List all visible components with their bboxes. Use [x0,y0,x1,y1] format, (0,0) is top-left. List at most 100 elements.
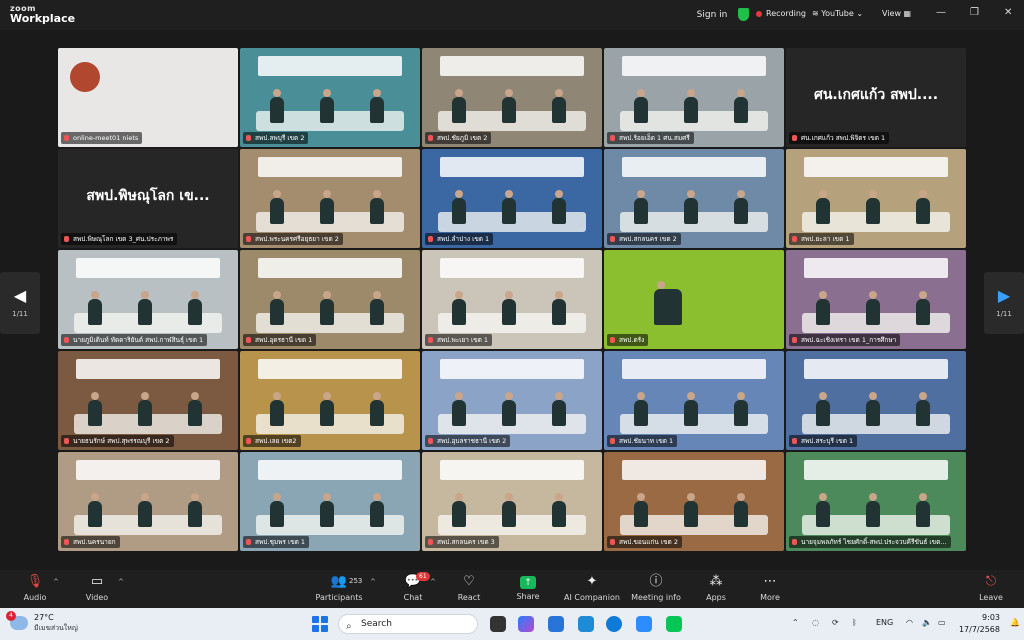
participant-name-label: นายจุมพลภัทร์ ไชยศักดิ์-สพป.ประจวบคีรีขั… [789,536,951,548]
page-indicator-right: 1/11 [996,310,1012,318]
youtube-stream-menu[interactable]: ≋ YouTube ⌄ [812,9,863,18]
participants-button[interactable]: 👥 253 Participants [309,574,369,602]
react-button[interactable]: ♡ React [439,574,499,602]
attendee-figure [502,493,516,527]
leave-button[interactable]: ⎋ Leave [961,574,1021,602]
participant-name-label: สพป.อุดรธานี เขต 1 [243,334,317,346]
file-explorer-icon[interactable] [548,616,564,632]
tray-bluetooth-icon[interactable]: ᛒ [852,618,857,627]
participant-tile[interactable]: สพป.สระบุรี เขต 1 [786,351,966,450]
participant-tile[interactable]: สพป.ร้อยเอ็ด 1 ศน.สมศรี [604,48,784,147]
close-button[interactable]: ✕ [1004,7,1012,18]
weather-widget[interactable]: 4 27°C มีเมฆส่วนใหญ่ [6,611,78,633]
copilot-icon[interactable] [518,616,534,632]
clock-time: 9:03 [982,613,1000,622]
participant-tile[interactable]: สพป.นครนายก [58,452,238,551]
language-indicator[interactable]: ENG [876,618,893,627]
notification-bell-icon[interactable]: 🔔 [1010,618,1020,627]
participant-name-label: สพป.ร้อยเอ็ด 1 ศน.สมศรี [607,132,694,144]
previous-page-button[interactable]: ◀ 1/11 [0,272,40,334]
attendee-figure [684,392,698,426]
participant-tile[interactable]: สพป.พะเยา เขต 1 [422,250,602,349]
logo-line2: Workplace [10,12,76,25]
more-dots-icon: ⋯ [763,574,777,589]
participant-tile[interactable]: สพป.ชุมพร เขต 1 [240,452,420,551]
attendee-figure [502,392,516,426]
restore-button[interactable]: ❐ [970,7,979,18]
attendee-figure [88,291,102,325]
audio-options-caret[interactable]: ^ [53,578,59,586]
tray-sync-icon[interactable]: ⟳ [832,618,839,627]
participant-tile[interactable]: online-meet01 niets [58,48,238,147]
participant-tile[interactable]: สพป.ตรัง [604,250,784,349]
attendee-figure [684,493,698,527]
participant-tile[interactable]: นายธนรักษ์ สพป.สุพรรณบุรี เขต 2 [58,351,238,450]
attendee-figure [452,190,466,224]
task-view-icon[interactable] [490,616,506,632]
attendee-figure [138,493,152,527]
ai-companion-button[interactable]: ✦ AI Companion [562,574,622,602]
participant-tile[interactable]: นายภูมิเดินท์ ทัดดาริยันต์ สพป.กาฬสินธุ์… [58,250,238,349]
share-button[interactable]: ↑ Share [498,574,558,601]
participant-tile[interactable]: สพป.พิษณุโลก เข... สพป.พิษณุโลก เขต 3_ศน.… [58,149,238,248]
participant-name-label: สพป.ขอนแก่น เขต 2 [607,536,682,548]
windows-start-icon[interactable] [312,616,328,632]
participants-options-caret[interactable]: ^ [370,578,376,586]
participant-name-placeholder: สพป.พิษณุโลก เข... [86,188,210,204]
line-app-icon[interactable] [666,616,682,632]
backdrop-sign [440,258,584,278]
store-icon[interactable] [578,616,594,632]
participant-tile[interactable]: สพป.ลพบุรี เขต 2 [240,48,420,147]
share-screen-icon: ↑ [520,576,536,589]
participant-tile[interactable]: สพป.เลย เขต2 [240,351,420,450]
taskbar-search[interactable]: ⌕ Search [338,614,478,634]
participant-tile[interactable]: สพป.ลำปาง เขต 1 [422,149,602,248]
attendee-figure [654,281,682,325]
tray-app-icon[interactable]: ◌ [812,618,819,627]
attendee-figure [734,190,748,224]
attendee-figure [270,190,284,224]
broadcast-icon: ≋ [812,9,822,18]
arrow-right-icon: ▶ [997,286,1011,305]
video-options-caret[interactable]: ^ [118,578,124,586]
participant-tile[interactable]: สพป.ชัยภูมิ เขต 2 [422,48,602,147]
volume-icon[interactable]: 🔈 [922,618,932,627]
attendee-figure [370,190,384,224]
attendee-figure [866,392,880,426]
apps-button[interactable]: ⁂ Apps [686,574,746,602]
zoom-app-icon[interactable] [636,616,652,632]
more-button[interactable]: ⋯ More [740,574,800,602]
chat-options-caret[interactable]: ^ [430,578,436,586]
weather-temp: 27°C [34,613,54,622]
tray-chevron-icon[interactable]: ⌃ [792,618,799,627]
battery-icon[interactable]: ▭ [938,618,946,627]
participant-tile[interactable]: สพป.ขอนแก่น เขต 2 [604,452,784,551]
recording-indicator[interactable]: Recording [756,9,806,18]
participant-name-label: สพป.สระบุรี เขต 1 [789,435,858,447]
backdrop-sign [440,56,584,76]
participant-tile[interactable]: สพป.พระนครศรีอยุธยา เขต 2 [240,149,420,248]
encryption-shield-icon[interactable] [738,8,749,21]
participant-name-placeholder: ศน.เกศแก้ว สพป.... [813,87,939,103]
next-page-button[interactable]: ▶ 1/11 [984,272,1024,334]
edge-browser-icon[interactable] [606,616,622,632]
sign-in-button[interactable]: Sign in [690,6,734,24]
participant-tile[interactable]: ศน.เกศแก้ว สพป.... ศน.เกศแก้ว สพป.พิจิตร … [786,48,966,147]
participant-tile[interactable]: สพป.ยะลา เขต 1 [786,149,966,248]
system-clock[interactable]: 9:03 17/7/2568 [956,612,1000,636]
participant-name-label: สพป.สกลนคร เขต 2 [607,233,681,245]
participant-tile[interactable]: สพป.อุดรธานี เขต 1 [240,250,420,349]
view-menu[interactable]: View ▦ [882,9,911,18]
meeting-info-button[interactable]: ⓘ Meeting info [626,574,686,602]
participant-tile[interactable]: สพป.อุบลราชธานี เขต 2 [422,351,602,450]
wifi-icon[interactable]: ◠ [906,618,913,627]
participant-name-label: สพป.ฉะเชิงเทรา เขต 1_การศึกษา [789,334,901,346]
minimize-button[interactable]: — [936,7,946,18]
participant-tile[interactable]: สพป.สกลนคร เขต 2 [604,149,784,248]
participant-tile[interactable]: สพป.ชัยนาท เขต 1 [604,351,784,450]
participant-tile[interactable]: นายจุมพลภัทร์ ไชยศักดิ์-สพป.ประจวบคีรีขั… [786,452,966,551]
attendee-figure [138,392,152,426]
participant-name-label: สพป.พิษณุโลก เขต 3_ศน.ประภาพร [61,233,178,245]
participant-tile[interactable]: สพป.ฉะเชิงเทรา เขต 1_การศึกษา [786,250,966,349]
participant-tile[interactable]: สพป.สกลนคร เขต 3 [422,452,602,551]
